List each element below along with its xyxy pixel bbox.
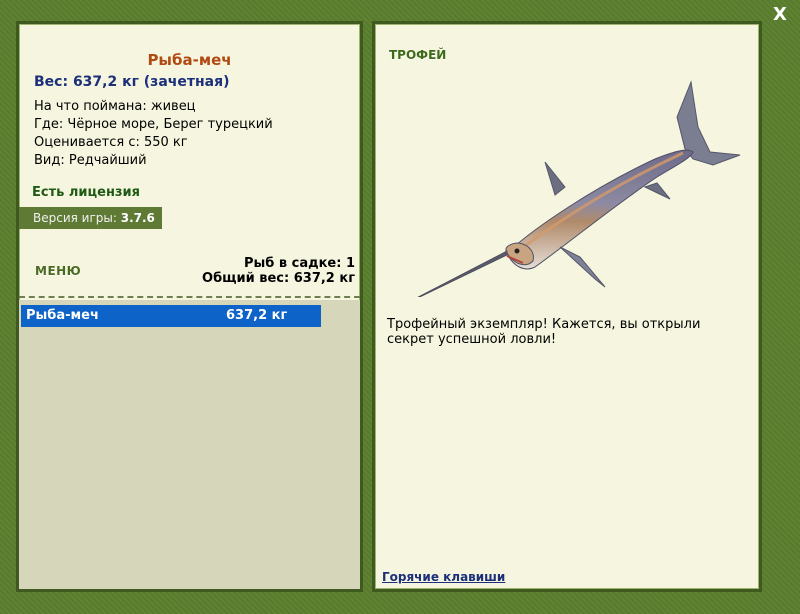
divider xyxy=(19,296,360,298)
fish-title: Рыба-меч xyxy=(147,51,232,69)
fish-info-panel: Рыба-меч Вес: 637,2 кг (зачетная) На что… xyxy=(16,21,363,592)
catch-list: Рыба-меч 637,2 кг xyxy=(19,300,360,589)
close-button[interactable]: X xyxy=(770,4,790,26)
rarity-text: Вид: Редчайший xyxy=(34,153,147,168)
location-text: Где: Чёрное море, Берег турецкий xyxy=(34,117,273,132)
version-value: 3.7.6 xyxy=(120,211,155,225)
list-item[interactable]: Рыба-меч 637,2 кг xyxy=(21,305,321,327)
version-bar: Версия игры: 3.7.6 xyxy=(19,207,162,229)
catch-stats: Рыб в садке: 1 Общий вес: 637,2 кг xyxy=(202,256,355,286)
trophy-panel: ТРОФЕЙ Трофейный экземпляр! Кажется, вы … xyxy=(372,21,762,592)
list-item-name: Рыба-меч xyxy=(26,308,99,323)
fish-count: Рыб в садке: 1 xyxy=(243,256,355,271)
list-item-weight: 637,2 кг xyxy=(226,308,288,323)
version-label: Версия игры: xyxy=(33,211,117,225)
hotkeys-link[interactable]: Горячие клавиши xyxy=(382,570,505,584)
swordfish-image xyxy=(417,80,741,297)
fish-details: На что поймана: живец Где: Чёрное море, … xyxy=(34,98,273,170)
trophy-description: Трофейный экземпляр! Кажется, вы открыли… xyxy=(387,317,701,347)
caught-with-text: На что поймана: живец xyxy=(34,99,196,114)
license-status: Есть лицензия xyxy=(32,185,140,200)
valued-from-text: Оценивается с: 550 кг xyxy=(34,135,188,150)
fish-weight: Вес: 637,2 кг (зачетная) xyxy=(34,74,230,90)
total-weight: Общий вес: 637,2 кг xyxy=(202,271,355,286)
menu-button[interactable]: МЕНЮ xyxy=(35,264,81,278)
